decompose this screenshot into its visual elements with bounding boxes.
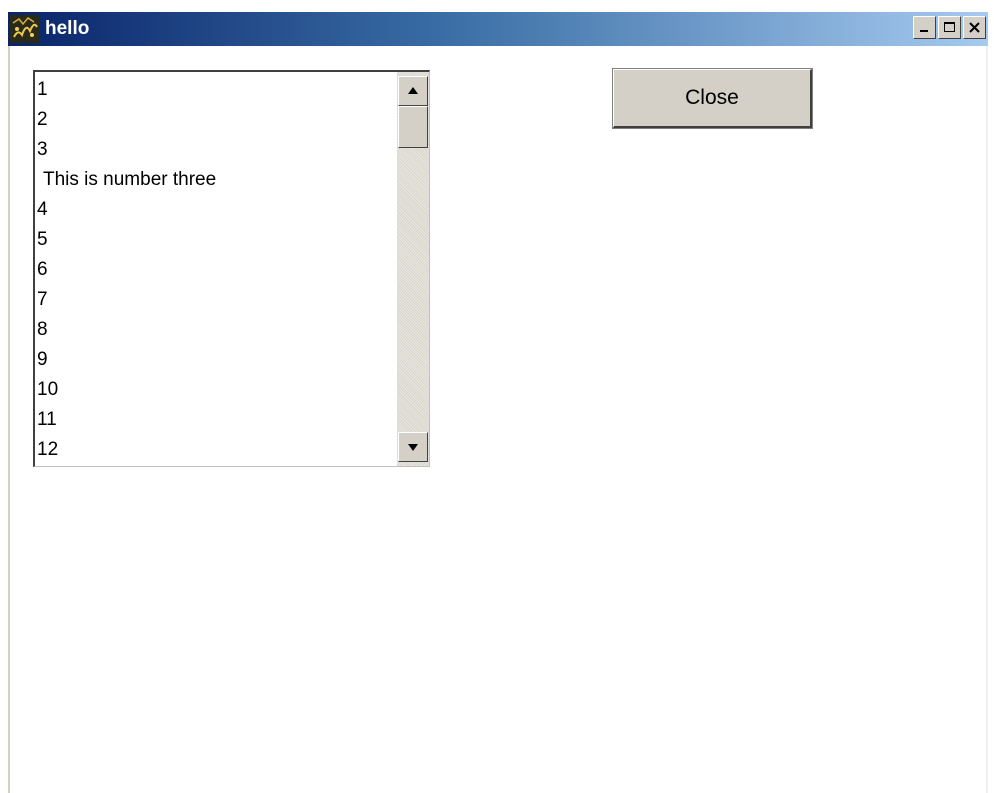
close-button[interactable]: Close <box>612 68 813 129</box>
scroll-thumb[interactable] <box>398 106 428 148</box>
list-items: 1 2 3 This is number three 4 5 6 7 8 9 1… <box>37 75 397 465</box>
list-item[interactable]: 8 <box>37 315 397 345</box>
list-item[interactable]: 4 <box>37 195 397 225</box>
list-item[interactable]: This is number three <box>37 165 397 195</box>
list-item[interactable]: 10 <box>37 375 397 405</box>
list-item[interactable]: 12 <box>37 435 397 465</box>
list-item[interactable]: 11 <box>37 405 397 435</box>
close-icon <box>969 22 980 33</box>
list-item[interactable]: 9 <box>37 345 397 375</box>
arrow-up-icon <box>408 87 418 94</box>
list-item[interactable]: 2 <box>37 105 397 135</box>
list-item[interactable]: 5 <box>37 225 397 255</box>
window-title: hello <box>45 18 90 39</box>
close-window-button[interactable] <box>963 16 986 39</box>
scroll-up-button[interactable] <box>398 76 428 106</box>
arrow-down-icon <box>408 444 418 451</box>
maximize-icon <box>944 22 955 32</box>
window-frame-right <box>986 46 988 793</box>
minimize-button[interactable] <box>913 16 936 39</box>
title-bar[interactable]: hello <box>8 12 988 46</box>
maximize-button[interactable] <box>938 16 961 39</box>
minimize-icon <box>920 30 928 32</box>
list-item[interactable]: 1 <box>37 75 397 105</box>
app-window: hello 1 2 3 This is number three 4 5 6 7… <box>0 0 994 793</box>
window-frame-left <box>8 46 10 793</box>
java-cup-icon <box>10 15 40 43</box>
window-controls <box>913 16 986 39</box>
vertical-scrollbar[interactable] <box>397 72 429 466</box>
scroll-down-button[interactable] <box>398 432 428 462</box>
list-item[interactable]: 3 <box>37 135 397 165</box>
list-item[interactable]: 6 <box>37 255 397 285</box>
item-listbox[interactable]: 1 2 3 This is number three 4 5 6 7 8 9 1… <box>33 70 430 467</box>
list-item[interactable]: 7 <box>37 285 397 315</box>
